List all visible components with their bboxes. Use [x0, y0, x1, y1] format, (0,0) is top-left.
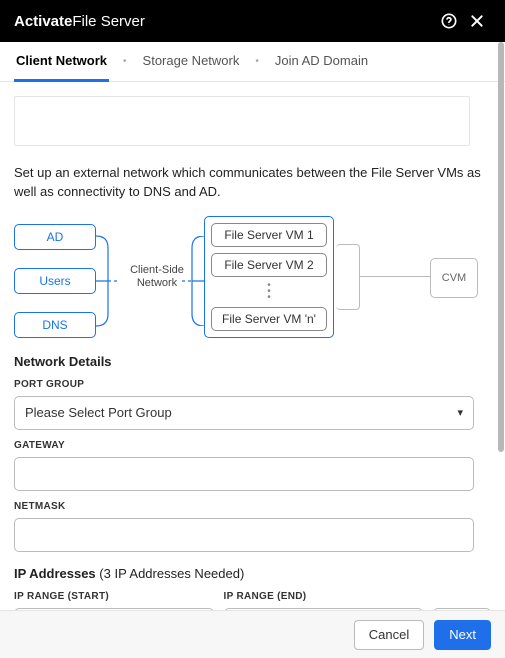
- dialog-title: ActivateFile Server: [14, 13, 435, 30]
- network-details-heading: Network Details: [14, 354, 491, 369]
- ip-start-column: IP RANGE (START): [14, 587, 214, 610]
- diagram-node-dns: DNS: [14, 312, 96, 338]
- titlebar: ActivateFile Server: [0, 0, 505, 42]
- gateway-label: GATEWAY: [14, 440, 491, 451]
- port-group-placeholder: Please Select Port Group: [25, 405, 172, 420]
- scrollbar[interactable]: [498, 42, 504, 452]
- port-group-label: PORT GROUP: [14, 379, 491, 390]
- activate-file-server-dialog: ActivateFile Server Client Network • Sto…: [0, 0, 505, 658]
- gateway-input[interactable]: [14, 457, 474, 491]
- tab-separator: •: [117, 56, 133, 67]
- ip-start-label: IP RANGE (START): [14, 591, 214, 602]
- tab-storage-network[interactable]: Storage Network: [141, 42, 242, 82]
- ip-end-input[interactable]: [224, 608, 424, 610]
- port-group-select[interactable]: Please Select Port Group ▾: [14, 396, 474, 430]
- diagram-vm-group: File Server VM 1 File Server VM 2 ••• Fi…: [204, 216, 334, 338]
- tab-join-ad-domain[interactable]: Join AD Domain: [273, 42, 370, 82]
- ip-range-row: IP RANGE (START) IP RANGE (END) + Add: [14, 587, 491, 610]
- diagram-connector-left: [96, 236, 118, 326]
- tabs: Client Network • Storage Network • Join …: [0, 42, 505, 82]
- next-button[interactable]: Next: [434, 620, 491, 650]
- close-icon[interactable]: [463, 7, 491, 35]
- title-bold: Activate: [14, 13, 72, 30]
- diagram-node-vm2: File Server VM 2: [211, 253, 327, 277]
- ip-heading-count: (3 IP Addresses Needed): [99, 566, 244, 581]
- diagram-node-cvm: CVM: [430, 258, 478, 298]
- ip-end-column: IP RANGE (END): [224, 587, 424, 610]
- add-ip-button[interactable]: + Add: [433, 608, 491, 610]
- tab-separator: •: [249, 56, 265, 67]
- help-icon[interactable]: [435, 7, 463, 35]
- network-diagram: AD Users DNS Client-Side Network File Se…: [14, 214, 491, 344]
- title-rest: File Server: [72, 13, 145, 30]
- diagram-node-vmn: File Server VM 'n': [211, 307, 327, 331]
- description-text: Set up an external network which communi…: [14, 164, 491, 202]
- diagram-node-ad: AD: [14, 224, 96, 250]
- info-box: [14, 96, 470, 146]
- diagram-connector-cvm: [360, 276, 430, 277]
- footer: Cancel Next: [0, 610, 505, 658]
- diagram-node-vm1: File Server VM 1: [211, 223, 327, 247]
- chevron-down-icon: ▾: [457, 406, 463, 419]
- diagram-host-box: [336, 244, 360, 310]
- content-area[interactable]: Set up an external network which communi…: [0, 82, 505, 610]
- netmask-label: NETMASK: [14, 501, 491, 512]
- cancel-button[interactable]: Cancel: [354, 620, 424, 650]
- diagram-node-users: Users: [14, 268, 96, 294]
- tab-client-network[interactable]: Client Network: [14, 42, 109, 82]
- ip-heading-bold: IP Addresses: [14, 566, 96, 581]
- diagram-ellipsis-icon: •••: [267, 283, 271, 301]
- netmask-input[interactable]: [14, 518, 474, 552]
- ip-end-label: IP RANGE (END): [224, 591, 424, 602]
- ip-start-input[interactable]: [14, 608, 214, 610]
- ip-addresses-heading: IP Addresses (3 IP Addresses Needed): [14, 566, 491, 581]
- diagram-connector-right: [182, 236, 204, 326]
